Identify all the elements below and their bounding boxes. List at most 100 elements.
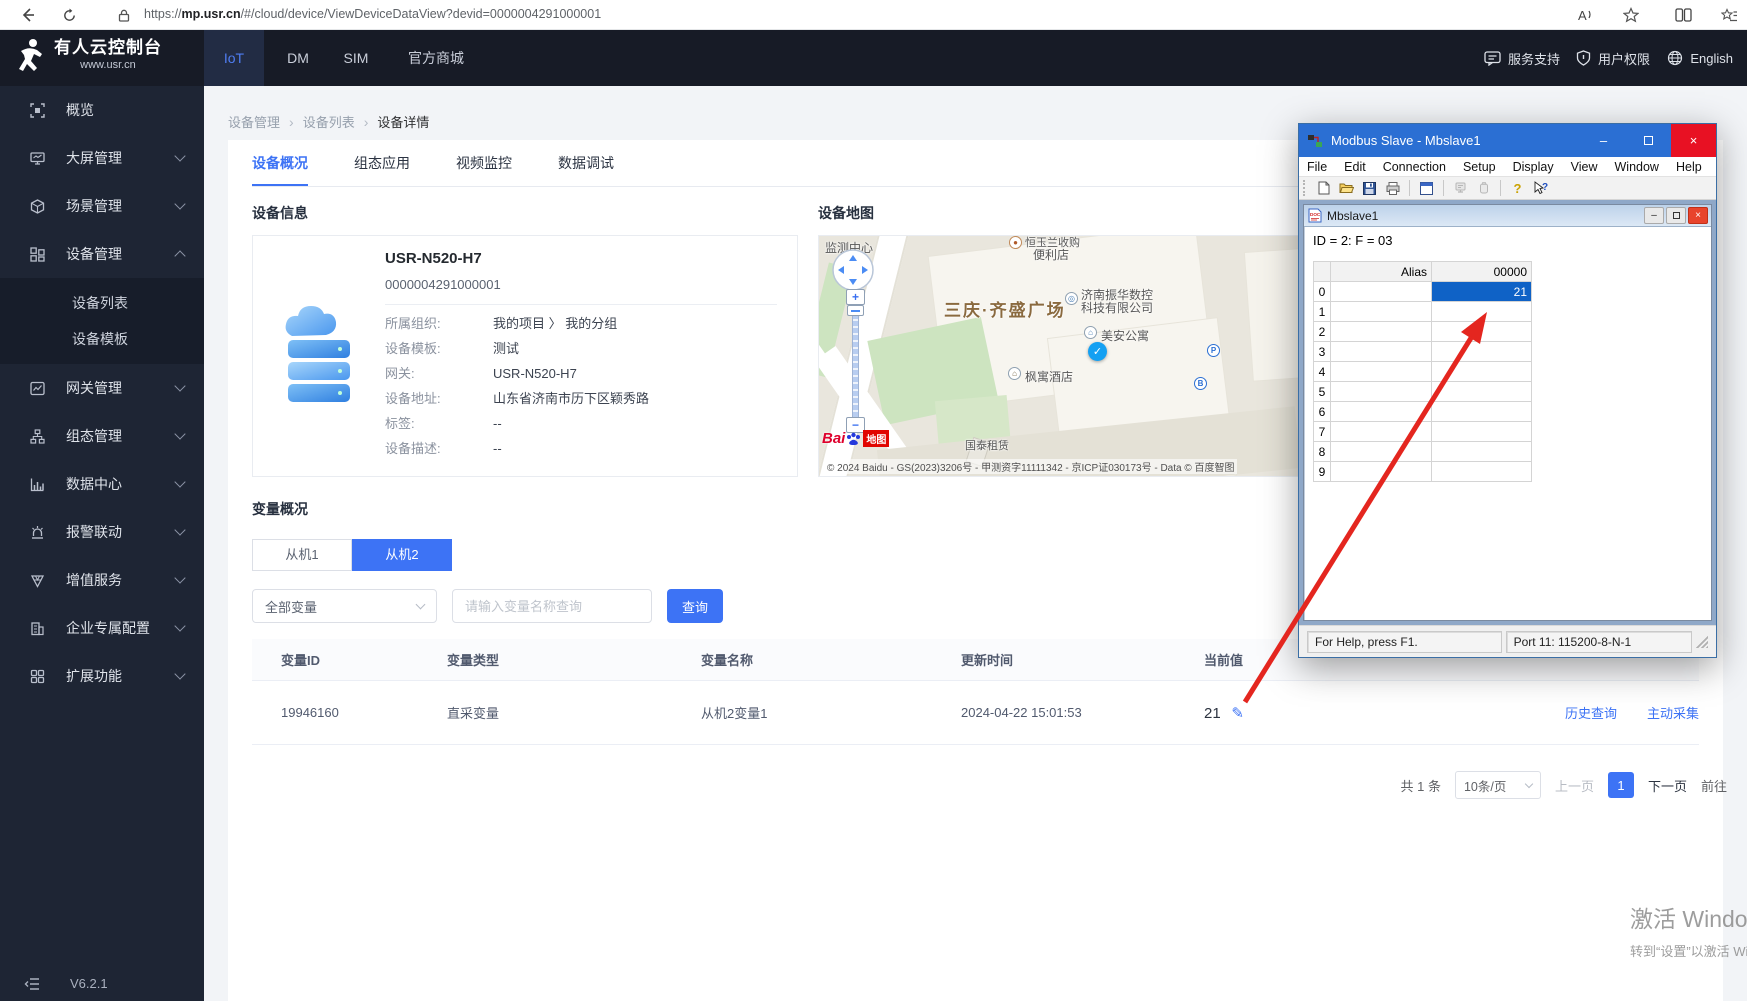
- tab-slave1[interactable]: 从机1: [252, 539, 352, 571]
- mbslave1-titlebar[interactable]: DOC Mbslave1 – ×: [1304, 205, 1711, 227]
- split-screen-icon[interactable]: [1672, 4, 1694, 26]
- breadcrumb-device-mgmt[interactable]: 设备管理: [228, 112, 280, 131]
- menu-view[interactable]: View: [1571, 160, 1598, 174]
- grid-row[interactable]: 1: [1313, 301, 1532, 322]
- device-icon[interactable]: [1475, 180, 1492, 196]
- menu-help[interactable]: Help: [1676, 160, 1702, 174]
- alarm-icon: [32, 525, 43, 539]
- sidebar-item-device-list[interactable]: 设备列表: [0, 285, 204, 321]
- modbus-slave-window[interactable]: Modbus Slave - Mbslave1 – × File Edit Co…: [1298, 123, 1717, 658]
- doc-icon: DOC: [1308, 208, 1322, 223]
- doc-close-button[interactable]: ×: [1688, 207, 1708, 224]
- doc-minimize-button[interactable]: –: [1644, 207, 1664, 224]
- sidebar-item-config-mgmt[interactable]: 组态管理: [0, 412, 204, 460]
- grid-row[interactable]: 8: [1313, 441, 1532, 462]
- address-bar[interactable]: https://mp.usr.cn/#/cloud/device/ViewDev…: [144, 7, 601, 21]
- mbslave1-document-window[interactable]: DOC Mbslave1 – × ID = 2: F = 03 Alias 00…: [1303, 204, 1712, 621]
- maximize-button[interactable]: [1626, 124, 1671, 157]
- modbus-titlebar[interactable]: Modbus Slave - Mbslave1 – ×: [1299, 124, 1716, 157]
- selected-register-cell[interactable]: 21: [1431, 281, 1532, 302]
- logo[interactable]: 有人云控制台 www.usr.cn: [16, 37, 162, 75]
- query-button[interactable]: 查询: [667, 589, 723, 623]
- close-button[interactable]: ×: [1671, 124, 1716, 157]
- prev-page-button[interactable]: 上一页: [1555, 776, 1594, 795]
- variable-type-select[interactable]: 全部变量: [252, 589, 437, 623]
- tab-video-monitor[interactable]: 视频监控: [456, 140, 512, 186]
- support-menu[interactable]: 服务支持: [1484, 30, 1560, 86]
- read-aloud-icon[interactable]: A: [1575, 4, 1597, 26]
- map-zoom-handle[interactable]: [847, 305, 864, 316]
- history-query-link[interactable]: 历史查询: [1565, 703, 1617, 722]
- sidebar-item-extensions[interactable]: 扩展功能: [0, 652, 204, 700]
- tab-data-debug[interactable]: 数据调试: [558, 140, 614, 186]
- sidebar-item-device-mgmt[interactable]: 设备管理: [0, 230, 204, 278]
- open-file-icon[interactable]: [1338, 180, 1355, 196]
- tab-slave2[interactable]: 从机2: [352, 539, 452, 571]
- sidebar-item-enterprise-config[interactable]: 企业专属配置: [0, 604, 204, 652]
- help-icon[interactable]: ?: [1509, 180, 1526, 196]
- menu-display[interactable]: Display: [1513, 160, 1554, 174]
- menu-setup[interactable]: Setup: [1463, 160, 1496, 174]
- variable-search-input[interactable]: [452, 589, 652, 623]
- edit-value-icon[interactable]: ✎: [1231, 705, 1244, 722]
- grid-row[interactable]: 3: [1313, 341, 1532, 362]
- nav-tab-mall[interactable]: 官方商城: [396, 30, 476, 86]
- field-value-address: 山东省济南市历下区颖秀路: [493, 391, 650, 406]
- nav-tab-iot[interactable]: IoT: [204, 30, 264, 86]
- language-menu[interactable]: English: [1667, 30, 1733, 86]
- doc-restore-button[interactable]: [1666, 207, 1686, 224]
- sidebar-item-alarm-linkage[interactable]: 报警联动: [0, 508, 204, 556]
- next-page-button[interactable]: 下一页: [1648, 776, 1687, 795]
- menu-file[interactable]: File: [1307, 160, 1327, 174]
- connection-icon[interactable]: [1452, 180, 1469, 196]
- nav-tab-dm[interactable]: DM: [278, 30, 318, 86]
- menu-edit[interactable]: Edit: [1344, 160, 1366, 174]
- new-file-icon[interactable]: [1315, 180, 1332, 196]
- tab-device-overview[interactable]: 设备概况: [252, 140, 308, 186]
- sidebar-item-device-template[interactable]: 设备模板: [0, 321, 204, 357]
- current-page-button[interactable]: 1: [1607, 772, 1634, 798]
- grid-row[interactable]: 2: [1313, 321, 1532, 342]
- sidebar-item-data-center[interactable]: 数据中心: [0, 460, 204, 508]
- active-collect-link[interactable]: 主动采集: [1647, 703, 1699, 722]
- map-pan-control[interactable]: [831, 248, 875, 292]
- collapse-sidebar-icon[interactable]: [24, 977, 40, 991]
- logo-title: 有人云控制台: [54, 38, 162, 57]
- map-device-marker[interactable]: ✓: [1088, 342, 1107, 361]
- sidebar-item-screen-mgmt[interactable]: 大屏管理: [0, 134, 204, 182]
- chevron-down-icon: [174, 524, 186, 536]
- display-settings-icon[interactable]: [1418, 180, 1435, 196]
- tab-config-app[interactable]: 组态应用: [354, 140, 410, 186]
- grid-row[interactable]: 0 21: [1313, 281, 1532, 302]
- favorite-star-icon[interactable]: [1620, 4, 1642, 26]
- sidebar-item-gateway-mgmt[interactable]: 网关管理: [0, 364, 204, 412]
- collections-icon[interactable]: [1718, 4, 1740, 26]
- back-icon[interactable]: [17, 4, 39, 26]
- minimize-button[interactable]: –: [1581, 124, 1626, 157]
- grid-row[interactable]: 7: [1313, 421, 1532, 442]
- breadcrumb-device-list[interactable]: 设备列表: [303, 112, 355, 131]
- sidebar-item-value-added[interactable]: 增值服务: [0, 556, 204, 604]
- modbus-register-grid[interactable]: Alias 00000 0 21 1 2 3 4 5 6 7 8 9: [1313, 261, 1532, 482]
- sidebar-item-overview[interactable]: 概览: [0, 86, 204, 134]
- context-help-icon[interactable]: ?: [1532, 180, 1549, 196]
- map-label-company-2: 科技有限公司: [1081, 301, 1154, 315]
- sidebar-item-scene-mgmt[interactable]: 场景管理: [0, 182, 204, 230]
- map-zoom-in-button[interactable]: +: [846, 289, 865, 305]
- menu-connection[interactable]: Connection: [1383, 160, 1446, 174]
- resize-grip[interactable]: [1696, 635, 1708, 648]
- permissions-menu[interactable]: 用户权限: [1576, 30, 1650, 86]
- map-label-rental: 国泰租赁: [965, 440, 1009, 452]
- page-size-select[interactable]: 10条/页: [1454, 771, 1541, 799]
- save-icon[interactable]: [1361, 180, 1378, 196]
- nav-tab-sim[interactable]: SIM: [334, 30, 378, 86]
- grid-row[interactable]: 4: [1313, 361, 1532, 382]
- print-icon[interactable]: [1384, 180, 1401, 196]
- grid-row[interactable]: 6: [1313, 401, 1532, 422]
- sitemap-icon: [30, 428, 45, 444]
- grid-row[interactable]: 5: [1313, 381, 1532, 402]
- map-zoom-track[interactable]: [852, 306, 859, 418]
- refresh-icon[interactable]: [58, 4, 80, 26]
- grid-row[interactable]: 9: [1313, 461, 1532, 482]
- menu-window[interactable]: Window: [1615, 160, 1659, 174]
